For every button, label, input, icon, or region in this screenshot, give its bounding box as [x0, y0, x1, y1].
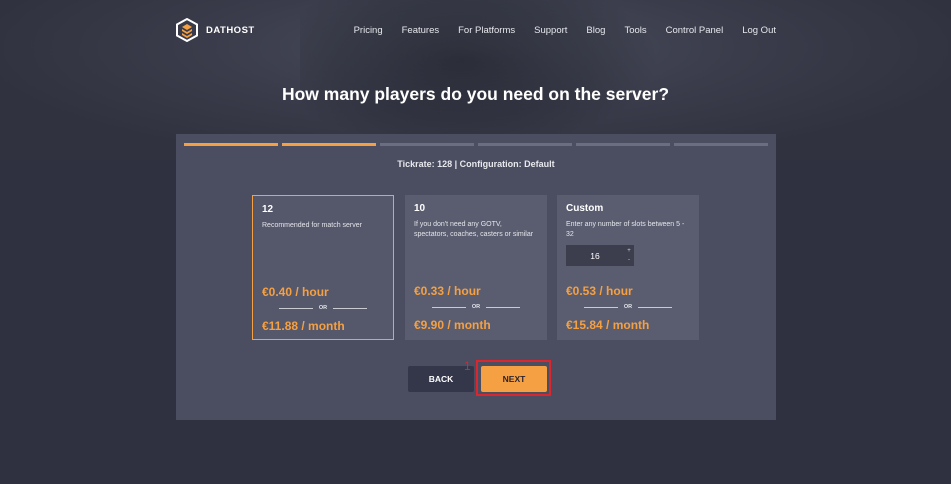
divider-line — [333, 307, 368, 309]
progress-step-1 — [184, 143, 278, 146]
divider-line — [583, 306, 618, 308]
plan-card-10[interactable]: 10 If you don't need any GOTV, spectator… — [405, 195, 547, 340]
nav-support[interactable]: Support — [534, 25, 567, 36]
progress-step-2 — [282, 143, 376, 146]
price-per-hour: €0.33 / hour — [414, 284, 481, 298]
decrement-icon[interactable]: - — [628, 256, 630, 265]
plan-card-12[interactable]: 12 Recommended for match server €0.40 / … — [252, 195, 394, 340]
divider-line — [278, 307, 313, 309]
plan-title: Custom — [566, 203, 604, 214]
plan-title: 12 — [262, 204, 274, 215]
annotation-highlight-box — [476, 360, 551, 396]
plan-description: Enter any number of slots between 5 - 32 — [566, 221, 685, 239]
nav-blog[interactable]: Blog — [586, 25, 605, 36]
plan-description: Recommended for match server — [262, 222, 362, 229]
or-label: OR — [623, 304, 633, 310]
nav-for-platforms[interactable]: For Platforms — [458, 25, 515, 36]
dathost-logo-icon — [176, 18, 198, 42]
progress-step-3 — [380, 143, 474, 146]
progress-step-5 — [576, 143, 670, 146]
slots-stepper[interactable]: 16 + - — [566, 245, 634, 266]
step-progress-bar — [184, 143, 768, 146]
or-label: OR — [318, 305, 328, 311]
or-divider: OR — [262, 305, 384, 311]
nav-features[interactable]: Features — [402, 25, 440, 36]
page-title: How many players do you need on the serv… — [281, 84, 670, 104]
plan-card-custom[interactable]: Custom Enter any number of slots between… — [557, 195, 699, 340]
divider-line — [486, 306, 521, 308]
server-config-summary: Tickrate: 128 | Configuration: Default — [397, 159, 555, 169]
brand-logo[interactable]: DATHOST — [176, 18, 255, 42]
divider-line — [431, 306, 466, 308]
slots-input[interactable]: 16 — [566, 251, 624, 261]
or-divider: OR — [414, 304, 538, 310]
brand-name: DATHOST — [206, 24, 255, 36]
stepper-arrows: + - — [624, 247, 634, 265]
nav-control-panel[interactable]: Control Panel — [666, 25, 724, 36]
or-divider: OR — [566, 304, 690, 310]
plan-description: If you don't need any GOTV, spectators, … — [414, 221, 534, 239]
nav-links: Pricing Features For Platforms Support B… — [354, 25, 776, 36]
nav-log-out[interactable]: Log Out — [742, 25, 776, 36]
price-per-hour: €0.40 / hour — [262, 285, 329, 299]
nav-pricing[interactable]: Pricing — [354, 25, 383, 36]
or-label: OR — [471, 304, 481, 310]
progress-step-4 — [478, 143, 572, 146]
progress-step-6 — [674, 143, 768, 146]
price-per-month: €9.90 / month — [414, 318, 491, 332]
plan-title: 10 — [414, 203, 426, 214]
increment-icon[interactable]: + — [627, 247, 631, 256]
nav-tools[interactable]: Tools — [624, 25, 646, 36]
top-navigation: DATHOST Pricing Features For Platforms S… — [176, 16, 776, 44]
price-per-month: €15.84 / month — [566, 318, 650, 332]
annotation-number: 1 — [464, 359, 471, 373]
price-per-hour: €0.53 / hour — [566, 284, 633, 298]
divider-line — [638, 306, 673, 308]
price-per-month: €11.88 / month — [262, 319, 345, 333]
